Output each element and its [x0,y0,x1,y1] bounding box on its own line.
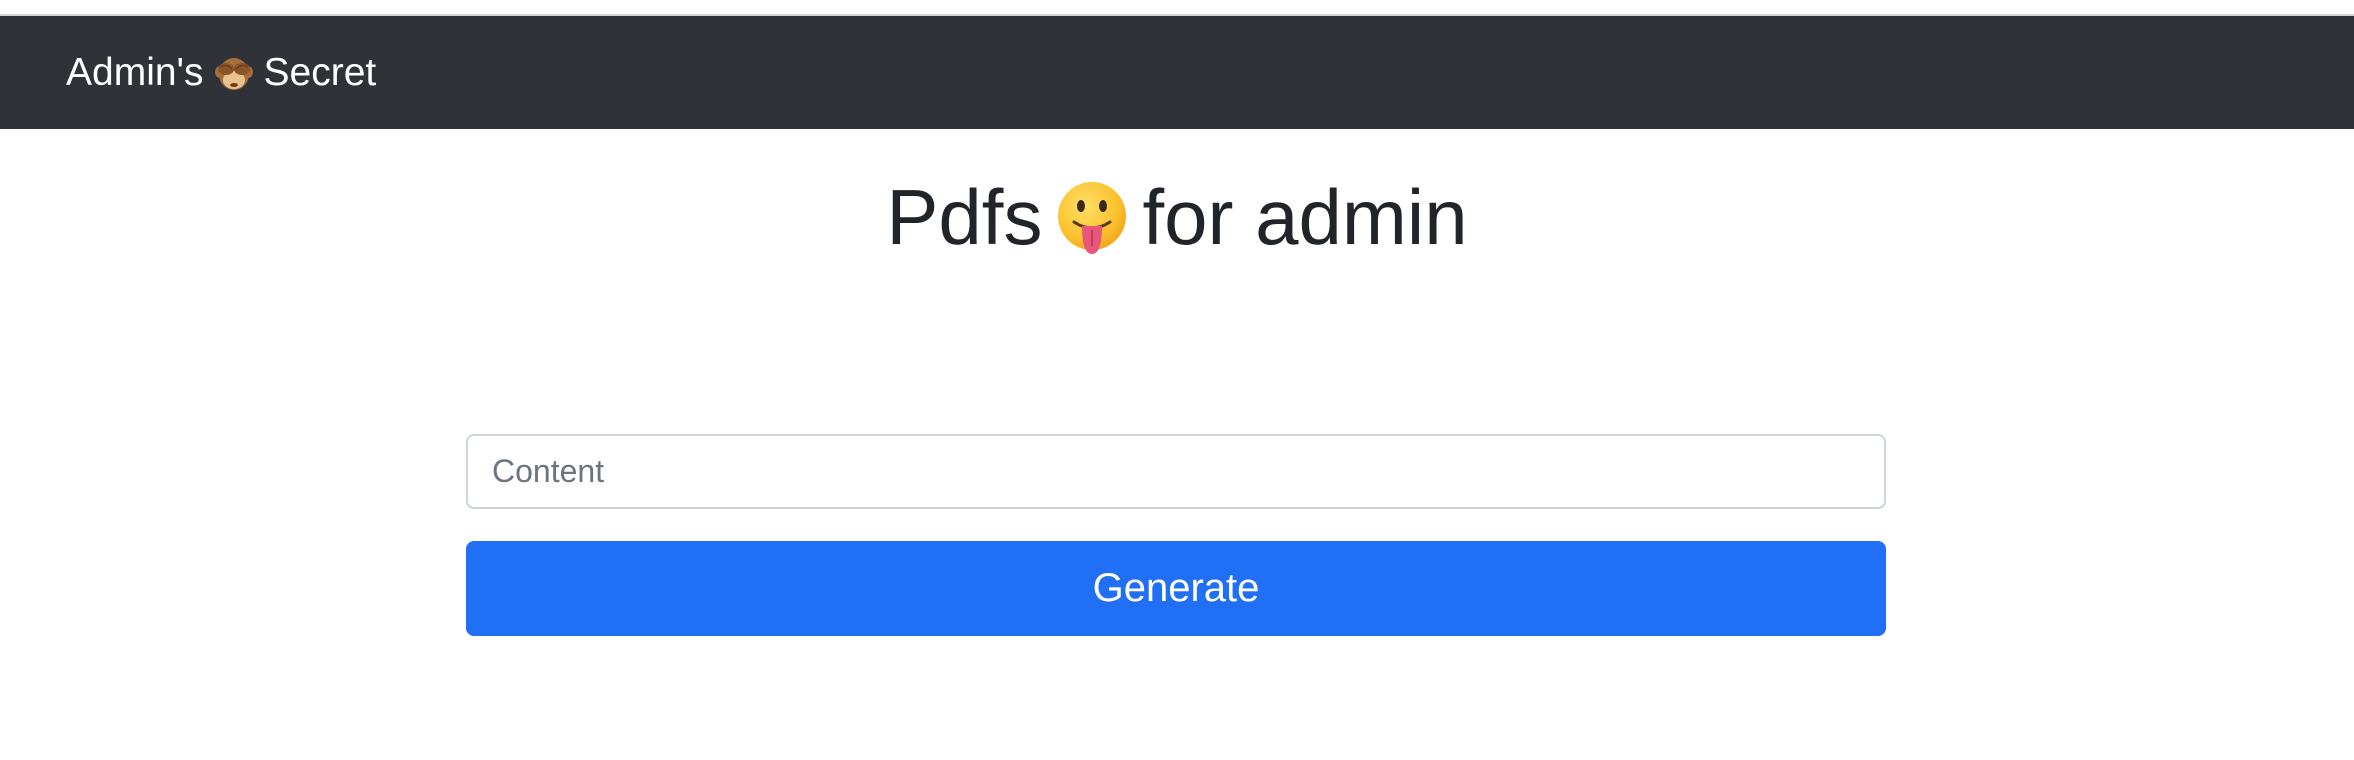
navbar-brand[interactable]: Admin's Secret [66,51,376,95]
brand-prefix: Admin's [66,50,204,94]
tongue-out-face-icon [1052,178,1132,258]
navbar: Admin's Secret [0,16,2354,129]
see-no-evil-monkey-icon [214,55,254,93]
main-content: Pdfs for admin Generate [0,129,2354,760]
content-input[interactable] [466,434,1886,509]
brand-suffix: Secret [263,50,377,94]
title-suffix: for admin [1142,173,1468,261]
window-top-border [0,0,2354,16]
generate-button[interactable]: Generate [466,541,1886,636]
page-title: Pdfs for admin [0,173,2354,261]
title-prefix: Pdfs [886,173,1043,261]
